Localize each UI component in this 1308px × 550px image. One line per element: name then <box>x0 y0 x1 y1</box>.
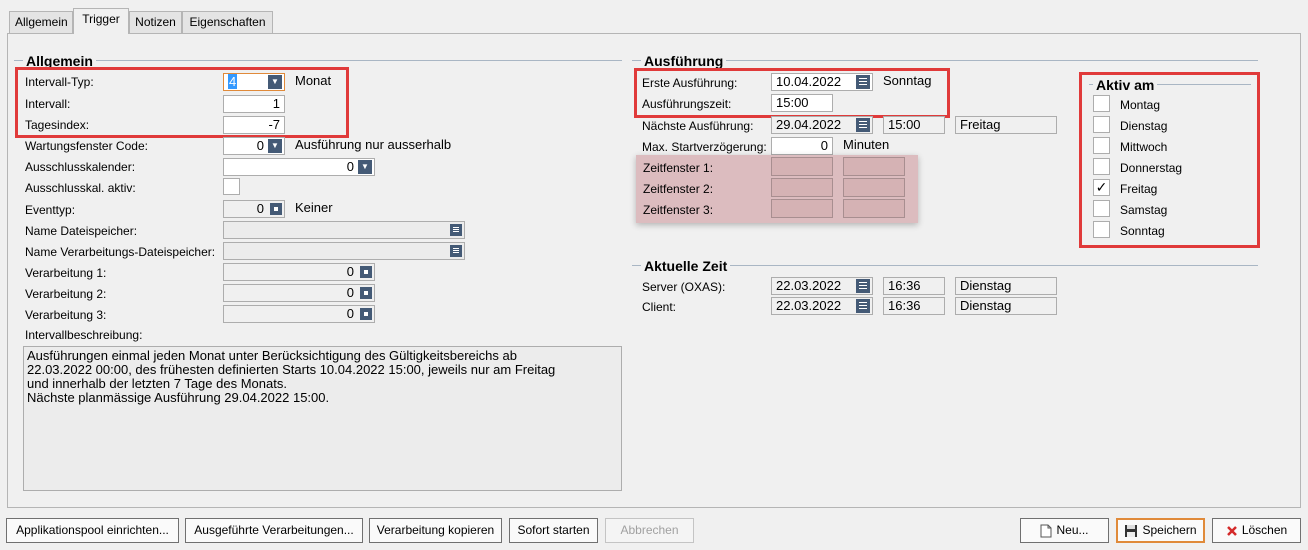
applikationspool-button[interactable]: Applikationspool einrichten... <box>6 518 179 543</box>
verarbeitung-1-value: 0 <box>346 264 354 279</box>
loeschen-button[interactable]: Löschen <box>1212 518 1301 543</box>
zeitfenster-3-label: Zeitfenster 3: <box>643 203 714 217</box>
naechste-ausfuehrung-label: Nächste Ausführung: <box>642 119 754 133</box>
zeitfenster-2-to[interactable] <box>843 178 905 197</box>
description-line: Nächste planmässige Ausführung 29.04.202… <box>27 390 330 405</box>
intervallbeschreibung-label: Intervallbeschreibung: <box>25 328 143 342</box>
zeitfenster-2-from[interactable] <box>771 178 833 197</box>
name-dateispeicher-field[interactable] <box>223 221 465 239</box>
ausgefuehrte-verarbeitungen-button[interactable]: Ausgeführte Verarbeitungen... <box>185 518 363 543</box>
verarbeitung-3-field[interactable]: 0 <box>223 305 375 323</box>
chevron-down-icon[interactable]: ▼ <box>358 160 372 174</box>
client-time: 16:36 <box>883 297 945 315</box>
name-dateispeicher-label: Name Dateispeicher: <box>25 224 138 238</box>
ausschlusskalender-label: Ausschlusskalender: <box>25 160 136 174</box>
calendar-icon[interactable] <box>856 299 870 313</box>
zeitfenster-2-label: Zeitfenster 2: <box>643 182 714 196</box>
lookup-icon[interactable] <box>360 266 372 278</box>
ausfuehrung-group-title: Ausführung <box>641 53 727 69</box>
verarbeitung-2-field[interactable]: 0 <box>223 284 375 302</box>
verarbeitung-1-label: Verarbeitung 1: <box>25 266 107 280</box>
abbrechen-button[interactable]: Abbrechen <box>605 518 694 543</box>
list-icon[interactable] <box>450 245 462 257</box>
highlight-ausfuehrung <box>634 68 950 118</box>
list-icon[interactable] <box>450 224 462 236</box>
naechste-ausfuehrung-day: Freitag <box>955 116 1057 134</box>
floppy-disk-icon <box>1125 524 1138 537</box>
eventtyp-suffix: Keiner <box>295 200 333 215</box>
highlight-aktiv-am <box>1079 72 1260 248</box>
verarbeitung-2-value: 0 <box>346 285 354 300</box>
tab-trigger[interactable]: Trigger <box>73 8 129 34</box>
zeitfenster-1-from[interactable] <box>771 157 833 176</box>
new-document-icon <box>1040 524 1052 538</box>
calendar-icon[interactable] <box>856 118 870 132</box>
verarbeitung-kopieren-button[interactable]: Verarbeitung kopieren <box>369 518 502 543</box>
zeitfenster-1-to[interactable] <box>843 157 905 176</box>
ausschlusskal-aktiv-checkbox[interactable] <box>223 178 240 195</box>
name-verarbeitungs-dateispeicher-field[interactable] <box>223 242 465 260</box>
naechste-ausfuehrung-date[interactable]: 29.04.2022 <box>771 116 873 134</box>
ausschlusskalender-value: 0 <box>346 159 354 174</box>
description-line: 22.03.2022 00:00, des frühesten definier… <box>27 362 556 377</box>
neu-button-label: Neu... <box>1056 523 1089 537</box>
eventtyp-label: Eventtyp: <box>25 203 76 217</box>
eventtyp-field[interactable]: 0 <box>223 200 285 218</box>
ausschlusskalender-combo[interactable]: 0 ▼ <box>223 158 375 176</box>
ausschlusskal-aktiv-label: Ausschlusskal. aktiv: <box>25 181 136 195</box>
tab-allgemein[interactable]: Allgemein <box>9 11 73 33</box>
tab-eigenschaften[interactable]: Eigenschaften <box>182 11 273 33</box>
allgemein-group-line <box>14 60 622 61</box>
verarbeitung-2-label: Verarbeitung 2: <box>25 287 107 301</box>
client-label: Client: <box>642 300 677 314</box>
wartungsfenster-combo[interactable]: 0 ▼ <box>223 137 285 155</box>
description-line: Ausführungen einmal jeden Monat unter Be… <box>27 348 517 363</box>
client-date[interactable]: 22.03.2022 <box>771 297 873 315</box>
sofort-starten-button[interactable]: Sofort starten <box>509 518 598 543</box>
verarbeitung-3-value: 0 <box>346 306 354 321</box>
client-date-value: 22.03.2022 <box>776 298 842 313</box>
wartungsfenster-label: Wartungsfenster Code: <box>25 139 148 153</box>
lookup-icon[interactable] <box>360 308 372 320</box>
highlight-allgemein <box>15 67 349 138</box>
zeitfenster-1-label: Zeitfenster 1: <box>643 161 714 175</box>
wartungsfenster-value: 0 <box>256 138 264 153</box>
startverzoegerung-unit: Minuten <box>843 137 890 152</box>
eventtyp-value: 0 <box>256 201 264 216</box>
naechste-ausfuehrung-value: 29.04.2022 <box>776 117 842 132</box>
neu-button[interactable]: Neu... <box>1020 518 1109 543</box>
server-label: Server (OXAS): <box>642 280 726 294</box>
calendar-icon[interactable] <box>856 279 870 293</box>
zeitfenster-3-from[interactable] <box>771 199 833 218</box>
chevron-down-icon[interactable]: ▼ <box>268 139 282 153</box>
server-date-value: 22.03.2022 <box>776 278 842 293</box>
lookup-icon[interactable] <box>360 287 372 299</box>
client-day: Dienstag <box>955 297 1057 315</box>
startverzoegerung-input[interactable]: 0 <box>771 137 833 155</box>
startverzoegerung-label: Max. Startverzögerung: <box>642 140 767 154</box>
intervallbeschreibung-text: Ausführungen einmal jeden Monat unter Be… <box>23 346 622 491</box>
naechste-ausfuehrung-time: 15:00 <box>883 116 945 134</box>
server-time: 16:36 <box>883 277 945 295</box>
server-day: Dienstag <box>955 277 1057 295</box>
red-x-icon <box>1226 525 1237 536</box>
speichern-button[interactable]: Speichern <box>1116 518 1205 543</box>
tab-notizen[interactable]: Notizen <box>129 11 182 33</box>
wartungsfenster-suffix: Ausführung nur ausserhalb <box>295 137 452 152</box>
name-verarbeitungs-dateispeicher-label: Name Verarbeitungs-Dateispeicher: <box>25 245 216 259</box>
aktuelle-zeit-group-title: Aktuelle Zeit <box>641 258 731 274</box>
lookup-icon[interactable] <box>270 203 282 215</box>
speichern-button-label: Speichern <box>1142 523 1197 537</box>
zeitfenster-3-to[interactable] <box>843 199 905 218</box>
verarbeitung-3-label: Verarbeitung 3: <box>25 308 107 322</box>
loeschen-button-label: Löschen <box>1241 523 1288 537</box>
server-date[interactable]: 22.03.2022 <box>771 277 873 295</box>
verarbeitung-1-field[interactable]: 0 <box>223 263 375 281</box>
description-line: und innerhalb der letzten 7 Tage des Mon… <box>27 376 287 391</box>
